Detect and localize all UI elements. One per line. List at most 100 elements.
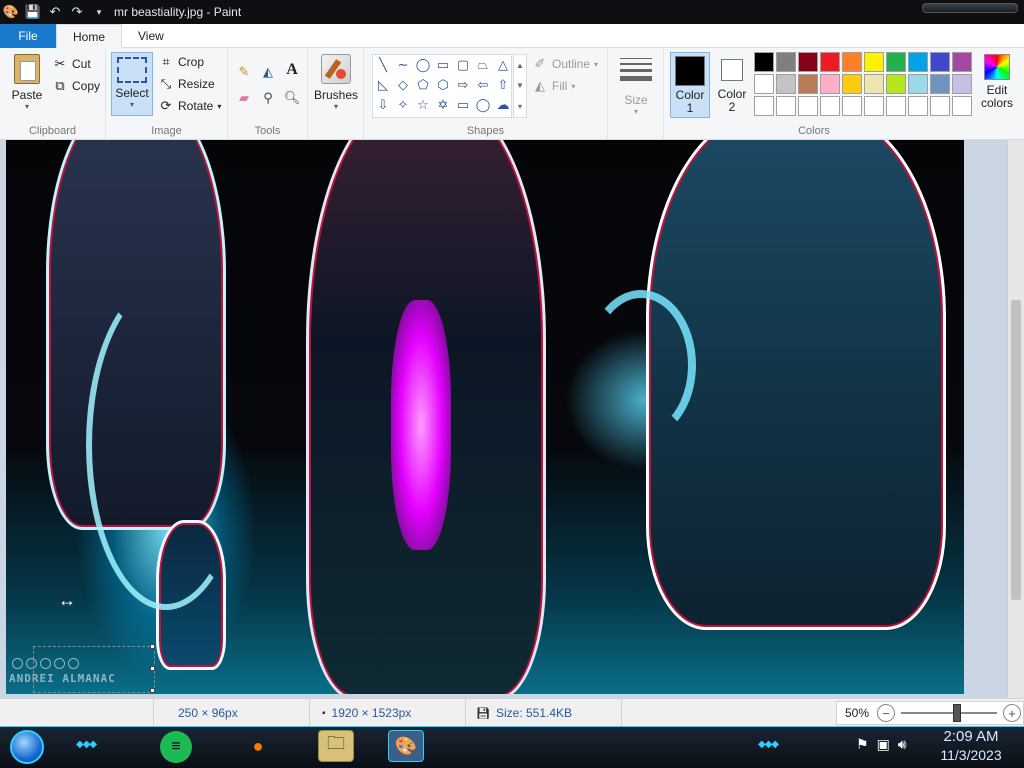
selection-rectangle[interactable]: [33, 644, 155, 693]
action-center-icon[interactable]: ⚑: [856, 736, 869, 753]
palette-swatch[interactable]: [930, 52, 950, 72]
palette-swatch[interactable]: [776, 74, 796, 94]
palette-swatch[interactable]: [798, 52, 818, 72]
palette-swatch[interactable]: [952, 74, 972, 94]
fill-button[interactable]: ◭ Fill ▾: [532, 76, 575, 96]
palette-swatch[interactable]: [886, 74, 906, 94]
palette-swatch[interactable]: [886, 52, 906, 72]
polygon-shape-icon[interactable]: ⏢: [478, 57, 488, 73]
network-icon[interactable]: ▣: [877, 736, 890, 753]
paint-app-icon[interactable]: 🎨: [2, 3, 20, 21]
brushes-button[interactable]: Brushes ▾: [312, 54, 360, 111]
magnifier-icon[interactable]: 🔍︎: [284, 90, 301, 106]
palette-swatch[interactable]: [842, 74, 862, 94]
tab-file[interactable]: File: [0, 24, 56, 48]
customize-dropdown-icon[interactable]: ▾: [90, 3, 108, 21]
select-button[interactable]: Select ▾: [111, 52, 153, 116]
palette-swatch[interactable]: [754, 52, 774, 72]
spotify-icon[interactable]: ≡: [160, 731, 192, 763]
zoom-slider[interactable]: [901, 704, 997, 722]
tab-view[interactable]: View: [122, 24, 180, 48]
taskbar-clock[interactable]: 2:09 AM 11/3/2023: [930, 728, 1012, 764]
four-point-star-shape-icon[interactable]: ✧: [398, 97, 409, 113]
palette-swatch[interactable]: [842, 96, 862, 116]
file-explorer-icon[interactable]: 🗀: [318, 730, 354, 762]
redo-icon[interactable]: ↷: [68, 3, 86, 21]
tab-home[interactable]: Home: [56, 24, 123, 49]
right-triangle-shape-icon[interactable]: ◺: [378, 77, 388, 93]
palette-swatch[interactable]: [930, 74, 950, 94]
palette-swatch[interactable]: [930, 96, 950, 116]
paste-button[interactable]: Paste ▾: [8, 54, 46, 111]
copy-button[interactable]: ⧉ Copy: [52, 76, 100, 96]
resize-button[interactable]: ⤡ Resize: [158, 74, 215, 94]
crop-button[interactable]: ⌗ Crop: [158, 52, 204, 72]
selection-handle-right[interactable]: [150, 666, 155, 671]
size-button[interactable]: Size ▾: [616, 54, 656, 116]
rect-callout-shape-icon[interactable]: ▭: [457, 97, 469, 113]
outline-button[interactable]: ✐ Outline ▾: [532, 54, 599, 74]
five-point-star-shape-icon[interactable]: ☆: [417, 97, 429, 113]
palette-swatch[interactable]: [864, 74, 884, 94]
save-icon[interactable]: 💾: [24, 3, 42, 21]
curve-shape-icon[interactable]: ∼: [398, 57, 409, 73]
up-arrow-shape-icon[interactable]: ⇧: [498, 77, 509, 93]
rounded-rectangle-shape-icon[interactable]: ▢: [457, 57, 469, 73]
palette-swatch[interactable]: [776, 52, 796, 72]
shapes-gallery[interactable]: ╲ ∼ ◯ ▭ ▢ ⏢ △ ◺ ◇ ⬠ ⬡ ⇨ ⇦ ⇧ ⇩ ✧ ☆ ✡ ▭ ◯ …: [372, 54, 512, 118]
palette-swatch[interactable]: [820, 52, 840, 72]
diamond-shape-icon[interactable]: ◇: [398, 77, 408, 93]
rectangle-shape-icon[interactable]: ▭: [437, 57, 449, 73]
oval-shape-icon[interactable]: ◯: [416, 57, 431, 73]
shapes-scrollbar[interactable]: ▲ ▼ ▾: [513, 54, 527, 118]
firefox-icon[interactable]: ●: [240, 730, 276, 762]
image-canvas[interactable]: [6, 140, 964, 694]
palette-swatch[interactable]: [864, 52, 884, 72]
undo-icon[interactable]: ↶: [46, 3, 64, 21]
palette-swatch[interactable]: [864, 96, 884, 116]
palette-swatch[interactable]: [820, 74, 840, 94]
palette-swatch[interactable]: [798, 74, 818, 94]
window-controls[interactable]: [922, 3, 1018, 13]
edit-colors-button[interactable]: Edit colors: [976, 54, 1018, 110]
selection-handle-bottom-right[interactable]: [150, 688, 155, 693]
palette-swatch[interactable]: [754, 96, 774, 116]
right-arrow-shape-icon[interactable]: ⇨: [458, 77, 469, 93]
scroll-up-icon[interactable]: ▲: [516, 61, 524, 70]
fill-bucket-icon[interactable]: ◭: [260, 64, 276, 80]
palette-swatch[interactable]: [952, 96, 972, 116]
palette-swatch[interactable]: [908, 74, 928, 94]
hexagon-shape-icon[interactable]: ⬡: [437, 77, 448, 93]
palette-swatch[interactable]: [952, 52, 972, 72]
paint-taskbar-icon[interactable]: 🎨: [388, 730, 424, 762]
palette-swatch[interactable]: [776, 96, 796, 116]
color-picker-icon[interactable]: ⚲: [260, 90, 276, 106]
color2-button[interactable]: Color 2: [714, 52, 750, 118]
cut-button[interactable]: ✂ Cut: [52, 54, 91, 74]
palette-swatch[interactable]: [886, 96, 906, 116]
expand-gallery-icon[interactable]: ▾: [518, 102, 522, 111]
zoom-out-icon[interactable]: −: [877, 704, 895, 722]
selection-handle-top-right[interactable]: [150, 644, 155, 649]
line-shape-icon[interactable]: ╲: [379, 57, 387, 73]
down-arrow-shape-icon[interactable]: ⇩: [378, 97, 389, 113]
text-tool-icon[interactable]: A: [284, 61, 300, 78]
palette-swatch[interactable]: [820, 96, 840, 116]
oval-callout-shape-icon[interactable]: ◯: [476, 97, 491, 113]
palette-swatch[interactable]: [842, 52, 862, 72]
vertical-scrollbar[interactable]: [1007, 140, 1024, 698]
pencil-icon[interactable]: ✎: [236, 64, 252, 80]
scroll-down-icon[interactable]: ▼: [516, 81, 524, 90]
six-point-star-shape-icon[interactable]: ✡: [438, 97, 449, 113]
start-button[interactable]: [10, 730, 44, 764]
pentagon-shape-icon[interactable]: ⬠: [417, 77, 428, 93]
palette-swatch[interactable]: [908, 96, 928, 116]
triangle-shape-icon[interactable]: △: [498, 57, 508, 73]
palette-swatch[interactable]: [908, 52, 928, 72]
vertical-scrollbar-thumb[interactable]: [1011, 300, 1021, 600]
palette-swatch[interactable]: [754, 74, 774, 94]
cloud-callout-shape-icon[interactable]: ☁: [497, 97, 510, 113]
zoom-in-icon[interactable]: +: [1003, 704, 1021, 722]
eraser-icon[interactable]: ▰: [236, 90, 252, 106]
left-arrow-shape-icon[interactable]: ⇦: [478, 77, 489, 93]
